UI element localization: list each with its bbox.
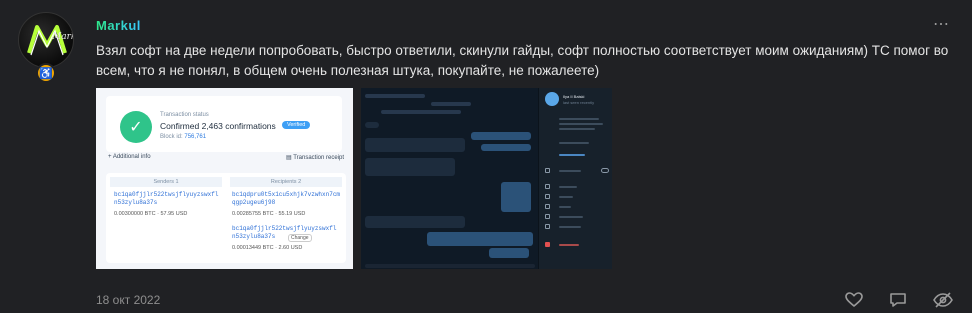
check-icon: ✓	[120, 111, 152, 143]
verified-pill: Verified	[282, 121, 311, 129]
block-value: 756,761	[184, 134, 207, 140]
recipient-2-value: 0.00013449 BTC · 2.60 USD	[232, 245, 303, 251]
user-avatar[interactable]: Markul	[18, 12, 74, 68]
info-line	[559, 118, 599, 120]
avatar-logo-icon: Markul	[27, 25, 74, 56]
profile-sidebar: Ilya II Balski last seen recently	[538, 88, 612, 269]
status-confirmed: Confirmed 2,463 confirmations	[160, 121, 276, 131]
senders-header: Senders 1	[110, 177, 222, 187]
attachments: ✓ Transaction status Confirmed 2,463 con…	[96, 88, 612, 269]
svg-text:Markul: Markul	[51, 32, 74, 42]
chat-message	[471, 132, 531, 140]
contact-avatar	[545, 92, 559, 106]
info-line	[559, 186, 577, 188]
reply-button[interactable]	[888, 291, 908, 309]
info-line	[559, 206, 571, 208]
user-badge: ♿	[36, 63, 56, 83]
recipient-1-address: bc1qdpru0t5x1cu5xhjk7vzwhxn7cm qgp2ugeu6…	[232, 191, 341, 206]
chat-message	[481, 144, 531, 151]
attachment-chat-screenshot[interactable]: Ilya II Balski last seen recently	[361, 88, 612, 269]
chat-message	[365, 216, 465, 228]
contact-name: Ilya II Balski	[563, 94, 585, 99]
chat-line	[381, 110, 461, 114]
toggle-icon	[601, 168, 609, 173]
status-label: Transaction status	[160, 112, 209, 118]
hide-button[interactable]	[932, 291, 953, 309]
chat-line	[365, 94, 425, 98]
status-text: Confirmed	[160, 121, 200, 131]
more-options-button[interactable]: ⋯	[933, 14, 950, 34]
notifications-icon	[545, 168, 550, 173]
username[interactable]: Markul	[96, 18, 141, 33]
recipients-column: Recipients 2 bc1qdpru0t5x1cu5xhjk7vzwhxn…	[226, 173, 346, 263]
chat-line	[431, 102, 471, 106]
info-line	[559, 128, 595, 130]
comment-icon	[890, 293, 906, 307]
post-text: Взял софт на две недели попробовать, быс…	[96, 43, 949, 78]
senders-column: Senders 1 bc1qa0fjjlr522twsjflyuyzswxfl …	[106, 173, 226, 263]
chat-message	[427, 232, 533, 246]
sender-value: 0.00300000 BTC · 57.95 USD	[114, 211, 188, 217]
transaction-table: Senders 1 bc1qa0fjjlr522twsjflyuyzswxfl …	[106, 173, 346, 263]
voice-icon	[545, 214, 550, 219]
contact-status: last seen recently	[563, 100, 595, 105]
recipients-header: Recipients 2	[230, 177, 342, 187]
info-line	[559, 196, 573, 198]
like-button[interactable]	[844, 291, 864, 309]
info-line	[559, 142, 589, 144]
change-tag: Change	[288, 234, 312, 242]
chat-message	[501, 182, 531, 212]
additional-info-link: + Additional info	[108, 154, 151, 160]
heart-icon	[845, 292, 863, 307]
links-icon	[545, 204, 550, 209]
info-line	[559, 154, 585, 156]
block-label: Block id	[160, 134, 182, 140]
info-line	[559, 216, 583, 218]
recipient-1-value: 0.00285755 BTC · 55.19 USD	[232, 211, 306, 217]
post-date: 18 окт 2022	[96, 293, 161, 307]
block-icon	[545, 242, 550, 247]
groups-icon	[545, 224, 550, 229]
info-line	[559, 170, 581, 172]
chat-message	[365, 138, 465, 152]
more-icon: ⋯	[933, 16, 950, 33]
photos-icon	[545, 184, 550, 189]
chat-input	[365, 264, 535, 268]
chat-message	[489, 248, 529, 258]
info-line	[559, 244, 579, 246]
files-icon	[545, 194, 550, 199]
chat-message	[365, 122, 379, 128]
hide-icon	[933, 292, 953, 308]
block-id: Block id: 756,761	[160, 134, 207, 140]
confirmations: 2,463 confirmations	[201, 121, 276, 131]
receipt-link: ▤ Transaction receipt	[286, 155, 345, 161]
transaction-status-card: ✓ Transaction status Confirmed 2,463 con…	[106, 96, 342, 152]
info-line	[559, 123, 603, 125]
sender-address: bc1qa0fjjlr522twsjflyuyzswxfl n53zylu8a3…	[114, 191, 219, 206]
accessibility-icon: ♿	[39, 67, 53, 80]
chat-message	[365, 158, 455, 176]
attachment-transaction-screenshot[interactable]: ✓ Transaction status Confirmed 2,463 con…	[96, 88, 353, 269]
info-line	[559, 226, 581, 228]
recipient-2-address: bc1qa0fjjlr522twsjflyuyzswxfl n53zylu8a3…	[232, 225, 337, 240]
